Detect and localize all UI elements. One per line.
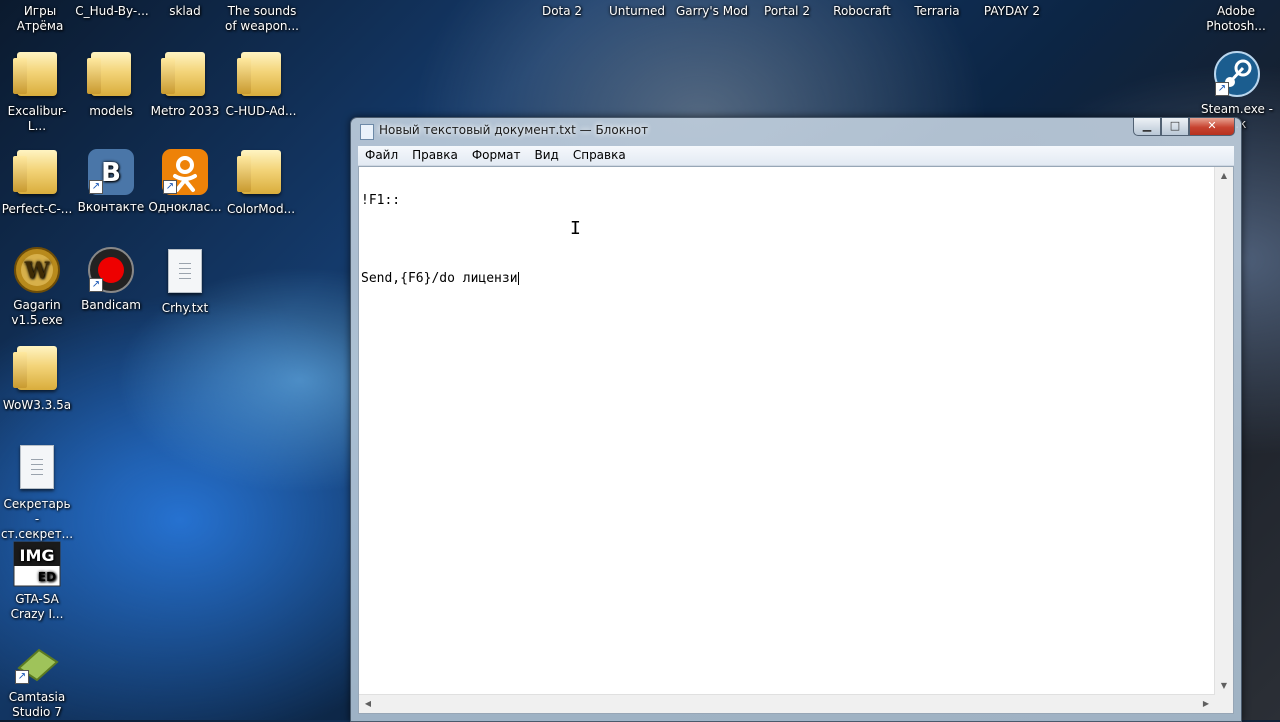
scroll-left-icon[interactable]: ◀	[359, 695, 377, 713]
desktop-icon-colormod[interactable]: ColorMod...	[224, 148, 298, 217]
odnoklassniki-icon: ↗	[161, 148, 209, 196]
desktop-icon-models[interactable]: models	[74, 50, 148, 119]
vk-icon: B ↗	[87, 148, 135, 196]
menu-format[interactable]: Формат	[465, 146, 528, 165]
window-title: Новый текстовый документ.txt — Блокнот	[379, 123, 649, 137]
text-file-icon	[13, 445, 61, 493]
top-icon-garrys-mod[interactable]: Garry's Mod	[672, 4, 752, 19]
title-bar[interactable]: Новый текстовый документ.txt — Блокнот ▁…	[351, 118, 1241, 146]
top-icon-terraria[interactable]: Terraria	[897, 4, 977, 19]
folder-icon	[161, 52, 209, 100]
text-file-icon	[161, 249, 209, 297]
top-icon-sounds[interactable]: The sounds of weapon...	[222, 4, 302, 34]
top-icon-unturned[interactable]: Unturned	[597, 4, 677, 19]
shortcut-arrow-icon: ↗	[1215, 82, 1229, 96]
text-line-content: Send,{F6}/do лицензи	[361, 271, 518, 286]
bandicam-icon: ↗	[87, 246, 135, 294]
text-caret	[517, 272, 519, 285]
desktop-icon-gagarin[interactable]: W Gagarin v1.5.exe	[0, 246, 74, 328]
folder-icon	[237, 150, 285, 198]
maximize-button[interactable]: □	[1161, 118, 1189, 136]
svg-text:B: B	[101, 158, 121, 188]
minimize-button[interactable]: ▁	[1133, 118, 1161, 136]
steam-icon: ↗	[1213, 50, 1261, 98]
desktop-icon-camtasia[interactable]: ↗ Camtasia Studio 7	[0, 638, 74, 720]
folder-icon	[237, 52, 285, 100]
svg-text:W: W	[24, 258, 50, 284]
top-icon-payday2[interactable]: PAYDAY 2	[972, 4, 1052, 19]
scroll-right-icon[interactable]: ▶	[1197, 695, 1215, 713]
scroll-down-icon[interactable]: ▼	[1215, 677, 1233, 695]
desktop-icon-bandicam[interactable]: ↗ Bandicam	[74, 246, 148, 313]
shortcut-arrow-icon: ↗	[89, 278, 103, 292]
desktop-icon-perfect-c[interactable]: Perfect-C-...	[0, 148, 74, 217]
mouse-ibeam-cursor-icon: I	[570, 218, 581, 239]
top-icon-dota2[interactable]: Dota 2	[522, 4, 602, 19]
top-icon-igry[interactable]: Игры Атрёма	[0, 4, 80, 34]
horizontal-scrollbar[interactable]: ◀ ▶	[359, 694, 1215, 713]
shortcut-arrow-icon: ↗	[15, 670, 29, 684]
text-line	[361, 233, 1213, 246]
desktop-icon-odnoklassniki[interactable]: ↗ Одноклас...	[148, 148, 222, 215]
desktop-icon-vkontakte[interactable]: B ↗ Вконтакте	[74, 148, 148, 215]
window-controls: ▁ □ ✕	[1133, 118, 1235, 136]
desktop-icon-excalibur[interactable]: Excalibur-L...	[0, 50, 74, 134]
menu-file[interactable]: Файл	[358, 146, 405, 165]
svg-text:ED: ED	[38, 570, 56, 584]
svg-text:IMG: IMG	[19, 546, 54, 565]
folder-icon	[13, 52, 61, 100]
top-icon-portal2[interactable]: Portal 2	[747, 4, 827, 19]
vertical-scrollbar[interactable]: ▲ ▼	[1214, 167, 1233, 695]
scroll-up-icon[interactable]: ▲	[1215, 167, 1233, 185]
top-icon-sklad[interactable]: sklad	[145, 4, 225, 19]
text-editor[interactable]: !F1:: Send,{F6}/do лицензи ▲ ▼ ◀ ▶	[358, 166, 1234, 714]
desktop-icon-c-hud-ad[interactable]: C-HUD-Ad...	[224, 50, 298, 119]
wow-icon: W	[13, 246, 61, 294]
desktop-icon-metro2033[interactable]: Metro 2033	[148, 50, 222, 119]
shortcut-arrow-icon: ↗	[163, 180, 177, 194]
shortcut-arrow-icon: ↗	[89, 180, 103, 194]
camtasia-icon: ↗	[13, 638, 61, 686]
desktop-icon-gta-sa[interactable]: IMG ED GTA-SA Crazy I...	[0, 540, 74, 622]
text-line: Send,{F6}/do лицензи	[361, 272, 1213, 285]
desktop-icon-wow335a[interactable]: WoW3.3.5a	[0, 344, 74, 413]
text-content[interactable]: !F1:: Send,{F6}/do лицензи	[361, 168, 1213, 693]
notepad-icon	[360, 124, 374, 140]
notepad-window[interactable]: Новый текстовый документ.txt — Блокнот ▁…	[350, 117, 1242, 722]
top-icon-photoshop[interactable]: Adobe Photosh...	[1196, 4, 1276, 34]
folder-icon	[13, 150, 61, 198]
folder-icon	[13, 346, 61, 394]
menu-view[interactable]: Вид	[528, 146, 566, 165]
top-icon-c-hud[interactable]: C_Hud-By-...	[72, 4, 152, 19]
desktop-icon-sekretar[interactable]: Секретарь - ст.секрет...	[0, 442, 74, 542]
folder-icon	[87, 52, 135, 100]
text-line: !F1::	[361, 193, 401, 208]
menu-help[interactable]: Справка	[566, 146, 633, 165]
scrollbar-corner	[1215, 695, 1233, 713]
menu-bar: Файл Правка Формат Вид Справка	[358, 146, 1234, 166]
close-button[interactable]: ✕	[1189, 118, 1235, 136]
img-editor-icon: IMG ED	[13, 540, 61, 588]
top-icon-robocraft[interactable]: Robocraft	[822, 4, 902, 19]
desktop-icon-crhy-txt[interactable]: Crhy.txt	[148, 246, 222, 316]
menu-edit[interactable]: Правка	[405, 146, 465, 165]
